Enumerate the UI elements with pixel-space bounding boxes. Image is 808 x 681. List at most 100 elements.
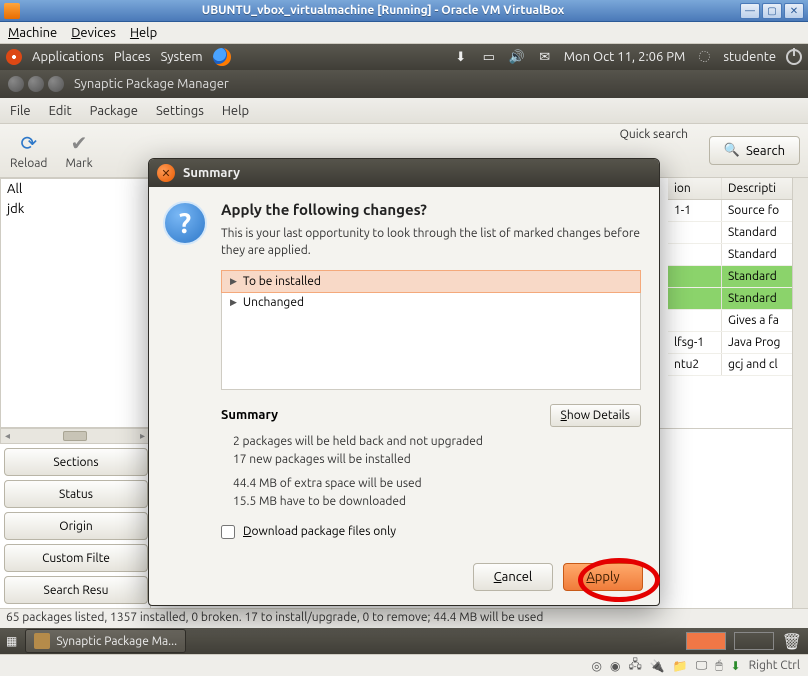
item-unchanged[interactable]: ▶Unchanged <box>222 292 640 313</box>
cancel-button[interactable]: Cancel <box>473 563 553 591</box>
left-hscrollbar[interactable]: ◂▸ <box>0 428 150 444</box>
mark-icon: ✔ <box>71 131 88 155</box>
status-button[interactable]: Status <box>4 480 148 508</box>
vbox-menu-devices[interactable]: Devices <box>71 26 116 40</box>
summary-line-2: 17 new packages will be installed <box>233 451 641 469</box>
syn-close-button[interactable] <box>8 76 24 92</box>
battery-icon[interactable]: ▭ <box>480 48 498 66</box>
right-vscrollbar[interactable] <box>792 178 808 608</box>
user-icon[interactable]: ◌ <box>695 48 713 66</box>
taskbar-item-synaptic[interactable]: Synaptic Package Ma... <box>25 629 186 653</box>
dialog-body-text: This is your last opportunity to look th… <box>221 226 641 260</box>
col-version[interactable]: ion <box>668 178 722 199</box>
dialog-heading: Apply the following changes? <box>221 201 641 218</box>
mark-button[interactable]: ✔ Mark <box>65 131 92 170</box>
category-jdk[interactable]: jdk <box>1 199 149 219</box>
workspace-2[interactable] <box>734 632 774 650</box>
firefox-launcher-icon[interactable] <box>213 48 231 66</box>
summary-line-1: 2 packages will be held back and not upg… <box>233 433 641 451</box>
search-results-button[interactable]: Search Resu <box>4 576 148 604</box>
synaptic-titlebar: Synaptic Package Manager <box>0 70 808 98</box>
table-row[interactable]: Standard <box>668 266 808 288</box>
search-icon: 🔍 <box>724 143 740 158</box>
vbox-hostkey-label: Right Ctrl <box>749 659 800 672</box>
vbox-minimize-button[interactable]: — <box>740 3 760 19</box>
synaptic-task-icon <box>34 633 50 649</box>
changes-list[interactable]: ▶To be installed ▶Unchanged <box>221 270 641 390</box>
menu-applications[interactable]: Applications <box>32 50 104 64</box>
dialog-close-button[interactable]: ✕ <box>157 164 175 182</box>
quick-search-label: Quick search <box>620 128 688 141</box>
volume-icon[interactable]: 🔊 <box>508 48 526 66</box>
summary-line-4: 15.5 MB have to be downloaded <box>233 493 641 511</box>
vbox-hd-icon[interactable]: ◎ <box>592 659 602 673</box>
vbox-mouse-icon[interactable]: 🖱 <box>715 659 722 673</box>
vbox-usb-icon[interactable]: 🔌 <box>650 659 665 673</box>
clock[interactable]: Mon Oct 11, 2:06 PM <box>564 50 686 64</box>
table-row[interactable]: Standard <box>668 222 808 244</box>
menu-system[interactable]: System <box>161 50 203 64</box>
dialog-title: Summary <box>183 166 240 180</box>
item-to-be-installed[interactable]: ▶To be installed <box>221 270 641 293</box>
vbox-close-button[interactable]: ✕ <box>784 3 804 19</box>
gnome-bottom-panel: ▦ Synaptic Package Ma... 🗑 <box>0 628 808 654</box>
syn-menu-help[interactable]: Help <box>222 104 249 118</box>
syn-menu-file[interactable]: File <box>10 104 31 118</box>
syn-maximize-button[interactable] <box>48 76 64 92</box>
left-pane: All jdk ◂▸ Sections Status Origin Custom… <box>0 178 150 608</box>
origin-button[interactable]: Origin <box>4 512 148 540</box>
vbox-shared-icon[interactable]: 📁 <box>673 659 688 673</box>
vbox-title: UBUNTU_vbox_virtualmachine [Running] - O… <box>26 4 740 17</box>
vbox-maximize-button[interactable]: ▢ <box>762 3 782 19</box>
expand-icon: ▶ <box>230 276 237 287</box>
sections-button[interactable]: Sections <box>4 448 148 476</box>
table-row[interactable]: Standard <box>668 244 808 266</box>
synaptic-menubar: File Edit Package Settings Help <box>0 98 808 124</box>
vbox-menu-help[interactable]: Help <box>130 26 157 40</box>
summary-dialog: ✕ Summary ? Apply the following changes?… <box>148 158 660 606</box>
syn-menu-package[interactable]: Package <box>90 104 138 118</box>
syn-menu-edit[interactable]: Edit <box>49 104 72 118</box>
question-icon: ? <box>163 201 207 245</box>
workspace-1[interactable] <box>686 632 726 650</box>
table-row[interactable]: lfsg-1Java Prog <box>668 332 808 354</box>
search-button[interactable]: 🔍 Search <box>709 136 800 165</box>
table-header: ion Descripti <box>668 178 808 200</box>
vbox-cd-icon[interactable]: ◉ <box>610 659 620 673</box>
vbox-statusbar: ◎ ◉ 🖧 🔌 📁 🖵 🖱 ⬇ Right Ctrl <box>0 654 808 676</box>
mail-icon[interactable]: ✉ <box>536 48 554 66</box>
ubuntu-logo-icon[interactable] <box>6 49 22 65</box>
table-row[interactable]: Standard <box>668 288 808 310</box>
vbox-titlebar: UBUNTU_vbox_virtualmachine [Running] - O… <box>0 0 808 22</box>
category-list[interactable]: All jdk <box>0 178 150 428</box>
summary-label: Summary <box>221 408 278 422</box>
updates-icon[interactable]: ⬇ <box>452 48 470 66</box>
apply-button[interactable]: Apply <box>563 563 643 591</box>
download-only-input[interactable] <box>221 525 235 539</box>
summary-line-3: 44.4 MB of extra space will be used <box>233 475 641 493</box>
reload-icon: ⟳ <box>20 131 37 155</box>
show-details-button[interactable]: Show Details <box>550 404 641 427</box>
syn-menu-settings[interactable]: Settings <box>156 104 204 118</box>
syn-minimize-button[interactable] <box>28 76 44 92</box>
dialog-titlebar[interactable]: ✕ Summary <box>149 159 659 187</box>
menu-places[interactable]: Places <box>114 50 151 64</box>
vbox-display-icon[interactable]: 🖵 <box>696 659 708 673</box>
show-desktop-icon[interactable]: ▦ <box>6 634 17 648</box>
category-all[interactable]: All <box>1 179 149 199</box>
table-row[interactable]: ntu2gcj and cl <box>668 354 808 376</box>
power-icon[interactable] <box>786 49 802 65</box>
vbox-menu-machine[interactable]: MMachineachine <box>8 26 57 40</box>
synaptic-statusbar: 65 packages listed, 1357 installed, 0 br… <box>0 608 808 628</box>
table-row[interactable]: 1-1Source fo <box>668 200 808 222</box>
vbox-menubar: MMachineachine Devices Help <box>0 22 808 44</box>
package-table: ion Descripti 1-1Source foStandardStanda… <box>668 178 808 376</box>
vbox-hostkey-icon: ⬇ <box>731 659 741 673</box>
table-row[interactable]: Gives a fa <box>668 310 808 332</box>
trash-icon[interactable]: 🗑 <box>782 632 802 651</box>
download-only-checkbox[interactable]: Download package files only <box>221 525 641 539</box>
custom-filters-button[interactable]: Custom Filte <box>4 544 148 572</box>
reload-button[interactable]: ⟳ Reload <box>10 131 47 170</box>
vbox-net-icon[interactable]: 🖧 <box>628 655 641 676</box>
user-label[interactable]: studente <box>723 50 776 64</box>
